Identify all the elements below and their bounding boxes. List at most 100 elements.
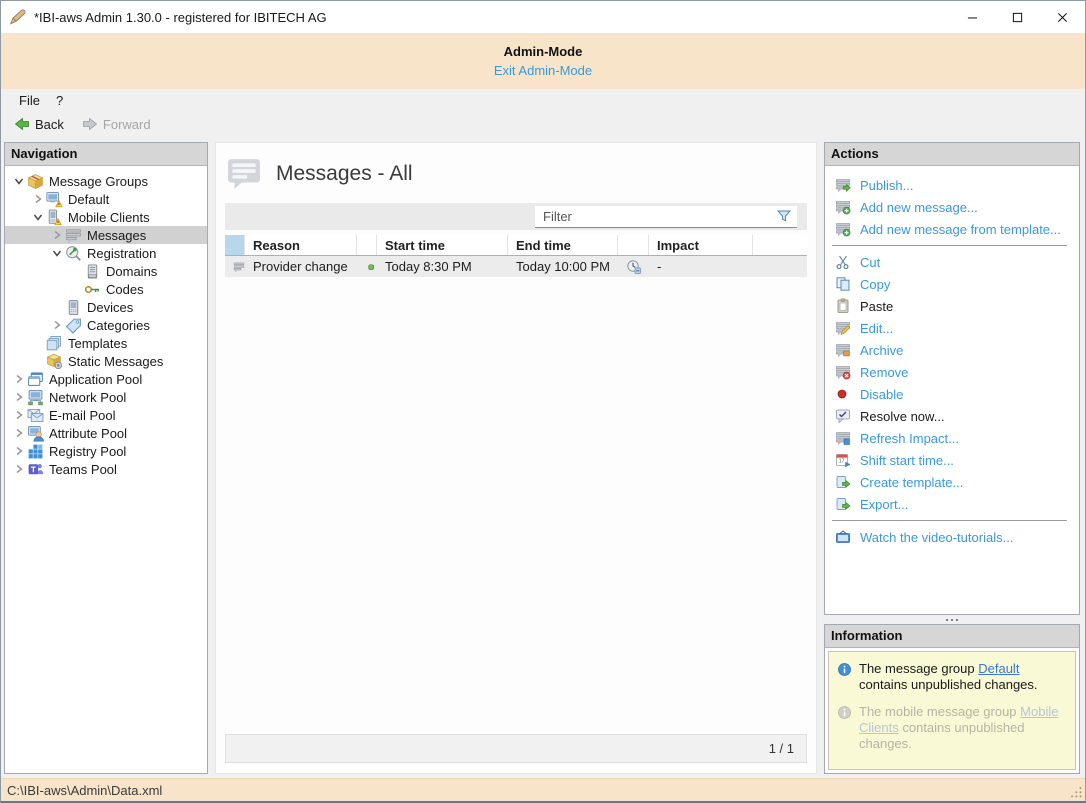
tree-item-templates[interactable]: Templates bbox=[5, 334, 207, 352]
column-header-start-time[interactable]: Start time bbox=[377, 235, 508, 255]
cut-icon bbox=[835, 254, 851, 270]
action-disable[interactable]: Disable bbox=[825, 383, 1079, 405]
table-row[interactable]: Provider changeToday 8:30 PMToday 10:00 … bbox=[225, 256, 807, 277]
tree-item-categories[interactable]: Categories bbox=[5, 316, 207, 334]
forward-button[interactable]: Forward bbox=[75, 114, 158, 134]
action-resolve-now[interactable]: Resolve now... bbox=[825, 405, 1079, 427]
chevron-placeholder bbox=[68, 263, 84, 279]
action-shift-start-time[interactable]: 17Shift start time... bbox=[825, 449, 1079, 471]
create-template-icon bbox=[835, 474, 851, 490]
exit-admin-mode-link[interactable]: Exit Admin-Mode bbox=[494, 63, 592, 78]
tree-item-label: Attribute Pool bbox=[49, 426, 127, 441]
tree-item-message-groups[interactable]: Message Groups bbox=[5, 172, 207, 190]
info-icon bbox=[837, 662, 852, 677]
resolve-icon bbox=[835, 408, 851, 424]
action-copy[interactable]: Copy bbox=[825, 273, 1079, 295]
action-archive[interactable]: Archive bbox=[825, 339, 1079, 361]
actions-list: Publish...Add new message...Add new mess… bbox=[825, 166, 1079, 614]
action-remove[interactable]: Remove bbox=[825, 361, 1079, 383]
statusbar: C:\IBI-aws\Admin\Data.xml bbox=[1, 778, 1085, 801]
add-message-icon bbox=[835, 199, 851, 215]
tree-item-mobile-clients[interactable]: Mobile Clients bbox=[5, 208, 207, 226]
menu-help[interactable]: ? bbox=[48, 91, 71, 110]
categories-icon bbox=[65, 317, 82, 334]
menu-file[interactable]: File bbox=[11, 91, 48, 110]
data-file-path: C:\IBI-aws\Admin\Data.xml bbox=[7, 783, 162, 798]
action-label: Watch the video-tutorials... bbox=[860, 530, 1013, 545]
export-icon bbox=[835, 496, 851, 512]
action-paste[interactable]: Paste bbox=[825, 295, 1079, 317]
action-add-new-message[interactable]: Add new message... bbox=[825, 196, 1079, 218]
page-title: Messages - All bbox=[276, 162, 413, 186]
tree-item-label: Registry Pool bbox=[49, 444, 126, 459]
info-text: The mobile message group Mobile Clients … bbox=[859, 704, 1067, 752]
column-header-impact[interactable]: Impact bbox=[649, 235, 753, 255]
column-header-blank[interactable] bbox=[618, 235, 649, 255]
tree-item-e-mail-pool[interactable]: E-mail Pool bbox=[5, 406, 207, 424]
action-label: Resolve now... bbox=[860, 409, 945, 424]
info-item: The mobile message group Mobile Clients … bbox=[837, 704, 1067, 752]
column-header-blank[interactable] bbox=[225, 235, 245, 255]
tree-item-label: Teams Pool bbox=[49, 462, 117, 477]
action-publish[interactable]: Publish... bbox=[825, 174, 1079, 196]
tree-item-registration[interactable]: Registration bbox=[5, 244, 207, 262]
tree-item-attribute-pool[interactable]: Attribute Pool bbox=[5, 424, 207, 442]
minimize-button[interactable] bbox=[950, 1, 995, 33]
message-row-icon bbox=[225, 256, 245, 277]
column-header-blank[interactable] bbox=[357, 235, 377, 255]
resize-grip-icon[interactable] bbox=[1069, 785, 1083, 799]
messages-title-icon bbox=[227, 157, 261, 191]
tree-item-label: Domains bbox=[106, 264, 157, 279]
tree-item-domains[interactable]: Domains bbox=[5, 262, 207, 280]
chevron-placeholder bbox=[49, 299, 65, 315]
static-messages-icon bbox=[46, 353, 63, 370]
action-refresh-impact[interactable]: Refresh Impact... bbox=[825, 427, 1079, 449]
mobile-warning-icon bbox=[46, 209, 63, 226]
tree-item-network-pool[interactable]: Network Pool bbox=[5, 388, 207, 406]
back-label: Back bbox=[35, 117, 64, 132]
close-button[interactable] bbox=[1040, 1, 1085, 33]
info-link-default[interactable]: Default bbox=[978, 661, 1019, 676]
filter-funnel-icon[interactable] bbox=[776, 208, 792, 224]
action-cut[interactable]: Cut bbox=[825, 251, 1079, 273]
column-header-end-time[interactable]: End time bbox=[508, 235, 618, 255]
tutorials-icon bbox=[835, 529, 851, 545]
action-export[interactable]: Export... bbox=[825, 493, 1079, 515]
copy-icon bbox=[835, 276, 851, 292]
message-row-icon bbox=[233, 259, 245, 275]
minimize-icon bbox=[967, 12, 978, 23]
maximize-button[interactable] bbox=[995, 1, 1040, 33]
publish-icon bbox=[835, 177, 851, 193]
action-create-template[interactable]: Create template... bbox=[825, 471, 1079, 493]
add-message-template-icon bbox=[835, 221, 851, 237]
tree-item-default[interactable]: Default bbox=[5, 190, 207, 208]
attribute-pool-icon bbox=[27, 425, 44, 442]
tree-item-teams-pool[interactable]: Teams Pool bbox=[5, 460, 207, 478]
tree-item-devices[interactable]: Devices bbox=[5, 298, 207, 316]
shift-start-icon: 17 bbox=[835, 452, 851, 468]
chevron-collapsed-icon bbox=[30, 191, 46, 207]
tree-item-static-messages[interactable]: Static Messages bbox=[5, 352, 207, 370]
cell-6: - bbox=[649, 256, 753, 277]
action-add-new-message-from-template[interactable]: Add new message from template... bbox=[825, 218, 1079, 240]
refresh-impact-icon bbox=[835, 430, 851, 446]
tree-item-registry-pool[interactable]: Registry Pool bbox=[5, 442, 207, 460]
tree-item-label: Devices bbox=[87, 300, 133, 315]
panel-splitter[interactable] bbox=[824, 615, 1080, 624]
actions-panel: Actions Publish...Add new message...Add … bbox=[824, 142, 1080, 615]
chevron-collapsed-icon bbox=[49, 227, 65, 243]
column-header-reason[interactable]: Reason bbox=[245, 235, 357, 255]
filter-input[interactable] bbox=[535, 209, 776, 224]
back-button[interactable]: Back bbox=[7, 114, 71, 134]
tree-item-label: Codes bbox=[106, 282, 144, 297]
action-edit[interactable]: Edit... bbox=[825, 317, 1079, 339]
tree-item-label: Default bbox=[68, 192, 109, 207]
workspace: Navigation Message GroupsDefaultMobile C… bbox=[1, 137, 1085, 778]
chevron-collapsed-icon bbox=[11, 461, 27, 477]
info-icon-disabled bbox=[837, 705, 852, 720]
tree-item-application-pool[interactable]: Application Pool bbox=[5, 370, 207, 388]
action-watch-the-video-tutorials[interactable]: Watch the video-tutorials... bbox=[825, 526, 1079, 548]
tree-item-messages[interactable]: Messages bbox=[5, 226, 207, 244]
admin-mode-banner: Admin-Mode Exit Admin-Mode bbox=[1, 33, 1085, 89]
tree-item-codes[interactable]: Codes bbox=[5, 280, 207, 298]
